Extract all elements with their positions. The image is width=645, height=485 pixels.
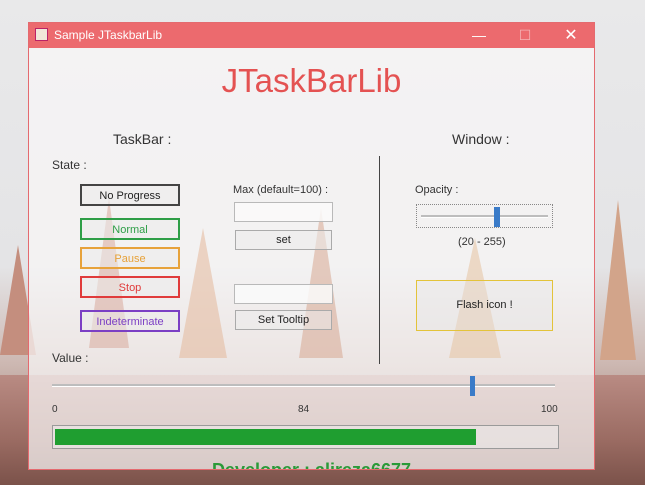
opacity-slider[interactable]	[416, 204, 553, 228]
state-label: State :	[52, 158, 87, 172]
window-heading: Window :	[452, 131, 510, 147]
opacity-label: Opacity :	[415, 184, 459, 196]
java-app-icon	[35, 28, 48, 41]
value-current-label: 84	[298, 404, 310, 415]
title-bar[interactable]: Sample JTaskbarLib — ☐ ✕	[29, 23, 594, 48]
value-slider-thumb[interactable]	[470, 376, 476, 396]
stop-button[interactable]: Stop	[80, 276, 180, 298]
progress-fill	[55, 429, 476, 445]
max-label: Max (default=100) :	[233, 184, 329, 196]
value-slider-track	[52, 384, 555, 387]
value-progress-bar	[52, 425, 559, 449]
value-slider[interactable]	[52, 374, 555, 398]
wallpaper-tree	[600, 200, 636, 360]
minimize-button[interactable]: —	[456, 23, 502, 48]
opacity-slider-track	[421, 215, 548, 218]
section-divider	[379, 156, 380, 364]
indeterminate-button[interactable]: Indeterminate	[80, 310, 180, 332]
window-title: Sample JTaskbarLib	[54, 28, 163, 42]
normal-button[interactable]: Normal	[80, 218, 180, 240]
set-max-button[interactable]: set	[235, 230, 332, 250]
opacity-slider-thumb[interactable]	[493, 207, 500, 227]
max-input[interactable]	[234, 202, 333, 222]
maximize-button[interactable]: ☐	[502, 23, 548, 48]
no-progress-button[interactable]: No Progress	[80, 184, 180, 206]
close-button[interactable]: ✕	[548, 23, 594, 48]
taskbar-heading: TaskBar :	[113, 131, 172, 147]
developer-credit: Developer : alireza6677	[211, 460, 412, 470]
value-min-label: 0	[52, 404, 58, 415]
value-max-label: 100	[541, 404, 558, 415]
opacity-range-label: (20 - 255)	[458, 236, 506, 248]
app-window: Sample JTaskbarLib — ☐ ✕ JTaskBarLib Tas…	[28, 22, 595, 470]
main-content: JTaskBarLib TaskBar : State : No Progres…	[29, 48, 594, 469]
scenery-tree	[179, 228, 227, 358]
tooltip-input[interactable]	[234, 284, 333, 304]
pause-button[interactable]: Pause	[80, 247, 180, 269]
app-title: JTaskBarLib	[221, 62, 402, 99]
set-tooltip-button[interactable]: Set Tooltip	[235, 310, 332, 330]
flash-icon-button[interactable]: Flash icon !	[416, 280, 553, 331]
value-label: Value :	[52, 351, 89, 365]
